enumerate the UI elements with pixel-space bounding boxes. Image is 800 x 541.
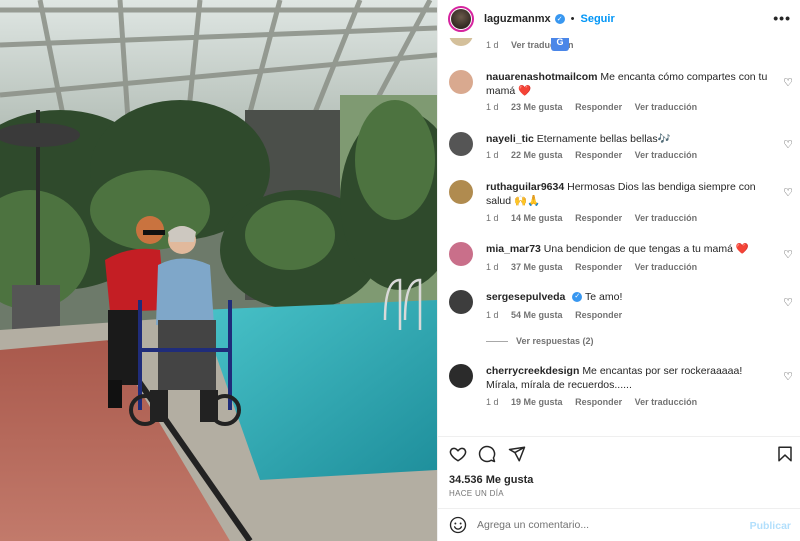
partial-comment: 1 d Ver traducción G — [438, 38, 800, 54]
reply-button[interactable]: Responder — [575, 310, 622, 320]
comment-likes[interactable]: 54 Me gusta — [511, 310, 563, 320]
more-options-icon[interactable]: ••• — [773, 10, 791, 26]
comment-icon[interactable] — [478, 445, 496, 463]
author-avatar[interactable] — [448, 6, 474, 32]
view-replies-label: Ver respuestas (2) — [516, 336, 594, 346]
reply-button[interactable]: Responder — [575, 150, 622, 160]
verified-badge-icon: ✓ — [554, 14, 565, 24]
translate-link[interactable]: Ver traducción — [635, 150, 698, 160]
reply-button[interactable]: Responder — [575, 102, 622, 112]
comment-likes[interactable]: 19 Me gusta — [511, 397, 563, 407]
reply-button[interactable]: Responder — [575, 397, 622, 407]
view-replies-button[interactable]: Ver respuestas (2) — [486, 336, 594, 346]
comment-meta: 1 d 23 Me gusta Responder Ver traducción — [486, 102, 707, 112]
comment-like-heart-icon[interactable]: ♡ — [783, 186, 793, 199]
comment-body: nauarenashotmailcom Me encanta cómo comp… — [486, 70, 771, 98]
translate-link[interactable]: Ver traducción — [635, 262, 698, 272]
comment-time: 1 d — [486, 40, 499, 50]
comment-like-heart-icon[interactable]: ♡ — [783, 248, 793, 261]
google-translate-icon[interactable]: G — [551, 38, 569, 51]
comment-like-heart-icon[interactable]: ♡ — [783, 76, 793, 89]
comment-emoji: 🎶 — [657, 133, 671, 145]
comment-username[interactable]: sergesepulveda — [486, 291, 565, 303]
comment-body: nayeli_tic Eternamente bellas bellas🎶 — [486, 132, 771, 146]
comment-likes[interactable]: 23 Me gusta — [511, 102, 563, 112]
comment-time: 1 d — [486, 310, 499, 320]
share-icon[interactable] — [508, 445, 526, 463]
author-username[interactable]: laguzmanmx — [484, 13, 551, 25]
comment-meta: 1 d 19 Me gusta Responder Ver traducción — [486, 397, 707, 407]
comment-time: 1 d — [486, 262, 499, 272]
comment-avatar[interactable] — [449, 38, 473, 46]
translate-link[interactable]: Ver traducción — [635, 397, 698, 407]
reply-button[interactable]: Responder — [575, 262, 622, 272]
comment-likes[interactable]: 22 Me gusta — [511, 150, 563, 160]
comment-text: Eternamente bellas bellas — [536, 133, 658, 145]
comment-emoji: 🙌🙏 — [514, 195, 541, 207]
post-actions-bar — [438, 436, 800, 472]
comment-username[interactable]: cherrycreekdesign — [486, 365, 579, 377]
separator-dot: • — [570, 13, 575, 25]
comment-meta: 1 d 14 Me gusta Responder Ver traducción — [486, 213, 707, 223]
comment-time: 1 d — [486, 213, 499, 223]
bookmark-icon[interactable] — [776, 445, 794, 463]
comment-meta: 1 d 37 Me gusta Responder Ver traducción — [486, 262, 707, 272]
comment-emoji: ❤️ — [518, 85, 532, 97]
comment-avatar[interactable] — [449, 180, 473, 204]
comments-list[interactable]: 1 d Ver traducción G nauarenashotmailcom… — [438, 38, 800, 433]
comment-body: sergesepulveda ✓ Te amo! — [486, 290, 771, 304]
comment-body: cherrycreekdesign Me encantas por ser ro… — [486, 364, 771, 392]
verified-badge-icon: ✓ — [572, 292, 583, 303]
post-side-panel: laguzmanmx ✓ • Seguir ••• 1 d Ver traduc… — [437, 0, 800, 541]
post-header: laguzmanmx ✓ • Seguir ••• — [438, 0, 800, 38]
translate-link[interactable]: Ver traducción — [635, 102, 698, 112]
comment-body: ruthaguilar9634 Hermosas Dios las bendig… — [486, 180, 771, 208]
comment-emoji: ❤️ — [735, 243, 749, 255]
add-comment-bar: Publicar — [438, 508, 800, 541]
comment-avatar[interactable] — [449, 132, 473, 156]
publish-button[interactable]: Publicar — [750, 520, 791, 532]
comment-username[interactable]: ruthaguilar9634 — [486, 181, 564, 193]
replies-divider — [486, 340, 508, 342]
comment-body: mia_mar73 Una bendicion de que tengas a … — [486, 242, 771, 256]
comment-input[interactable] — [477, 519, 717, 531]
comment-username[interactable]: nayeli_tic — [486, 133, 534, 145]
comment-text: Te amo! — [585, 291, 623, 303]
comment-likes[interactable]: 14 Me gusta — [511, 213, 563, 223]
comment-like-heart-icon[interactable]: ♡ — [783, 138, 793, 151]
comment-like-heart-icon[interactable]: ♡ — [783, 296, 793, 309]
comment-username[interactable]: nauarenashotmailcom — [486, 71, 597, 83]
comment-like-heart-icon[interactable]: ♡ — [783, 370, 793, 383]
comment-avatar[interactable] — [449, 70, 473, 94]
post-photo[interactable] — [0, 0, 437, 541]
smiley-icon[interactable] — [449, 516, 467, 534]
post-timestamp[interactable]: HACE UN DÍA — [449, 489, 504, 498]
comment-time: 1 d — [486, 150, 499, 160]
comment-avatar[interactable] — [449, 290, 473, 314]
comment-avatar[interactable] — [449, 242, 473, 266]
comment-time: 1 d — [486, 397, 499, 407]
comment-time: 1 d — [486, 102, 499, 112]
translate-link[interactable]: Ver traducción — [635, 213, 698, 223]
comment-avatar[interactable] — [449, 364, 473, 388]
reply-button[interactable]: Responder — [575, 213, 622, 223]
comment-likes[interactable]: 37 Me gusta — [511, 262, 563, 272]
comment-text: Una bendicion de que tengas a tu mamá — [543, 243, 733, 255]
heart-icon[interactable] — [449, 445, 467, 463]
post-image — [0, 0, 437, 541]
comment-meta: 1 d 22 Me gusta Responder Ver traducción — [486, 150, 707, 160]
post-likes-count[interactable]: 34.536 Me gusta — [449, 474, 533, 486]
follow-button[interactable]: Seguir — [581, 13, 615, 25]
comment-username[interactable]: mia_mar73 — [486, 243, 541, 255]
comment-meta: 1 d 54 Me gusta Responder — [486, 310, 632, 320]
